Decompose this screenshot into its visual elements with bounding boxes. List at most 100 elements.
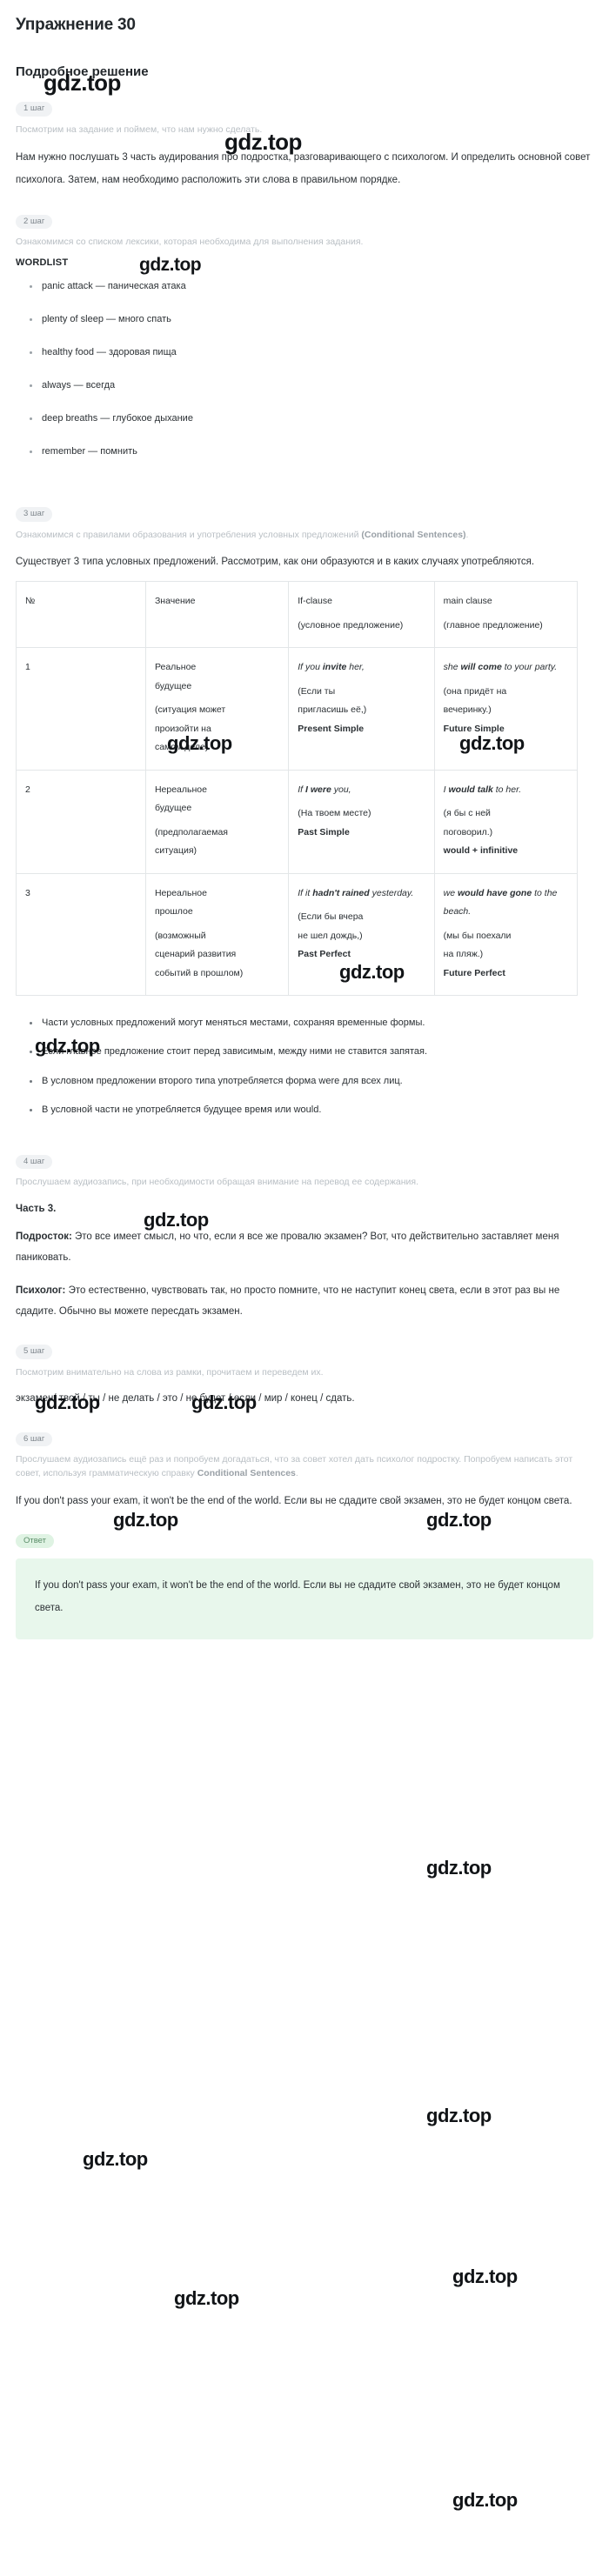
meaning-note-3: событий в прошлом) bbox=[154, 967, 244, 978]
step-3-hint-b: . bbox=[465, 529, 469, 540]
list-item: remember — помнить bbox=[30, 445, 593, 458]
step-badge-4: 4 шаг bbox=[16, 1154, 53, 1170]
table-row: 3 Нереальное прошлое (возможный сценарий… bbox=[16, 872, 579, 997]
if-en-c: her, bbox=[346, 662, 365, 673]
if-tense: Past Simple bbox=[298, 826, 350, 838]
wordlist: panic attack — паническая атака plenty o… bbox=[16, 280, 593, 457]
step-3-body: Существует 3 типа условных предложений. … bbox=[16, 557, 535, 568]
step-badge-6: 6 шаг bbox=[16, 1431, 53, 1447]
watermark: gdz.top bbox=[83, 2148, 148, 2170]
main-tense: Future Perfect bbox=[443, 967, 505, 978]
cell-main-clause: we would have gone to the beach. (мы бы … bbox=[433, 872, 579, 997]
meaning-title-1: Нереальное bbox=[154, 784, 207, 795]
if-en-a: If bbox=[298, 784, 306, 795]
step-4-hint: Прослушаем аудиозапись, при необходимост… bbox=[16, 1177, 418, 1188]
cell-num: 1 bbox=[16, 647, 146, 771]
th-if-ru: (условное предложение) bbox=[298, 619, 404, 631]
cell-if-clause: If I were you, (На твоем месте) Past Sim… bbox=[288, 769, 435, 874]
th-main-en: main clause bbox=[443, 596, 492, 607]
th-num: № bbox=[16, 581, 146, 649]
meaning-note-1: (возможный bbox=[154, 930, 206, 941]
th-if-clause: If-clause (условное предложение) bbox=[288, 581, 435, 649]
step-5-words: экзамен/ твой / ты / не делать / это / н… bbox=[16, 1392, 355, 1404]
list-item: deep breaths — глубокое дыхание bbox=[30, 412, 593, 425]
if-en-c: you, bbox=[331, 784, 351, 795]
step-6-body: If you don't pass your exam, it won't be… bbox=[16, 1495, 572, 1506]
meaning-note-1: (ситуация может bbox=[154, 704, 226, 716]
meaning-title-1: Реальное bbox=[154, 662, 197, 673]
if-ru-1: (Если бы вчера bbox=[298, 911, 364, 923]
step-3-hint-a: Ознакомимся с правилами образования и уп… bbox=[16, 529, 362, 540]
main-en-c: to your party. bbox=[501, 662, 558, 673]
watermark: gdz.top bbox=[452, 2266, 518, 2287]
watermark: gdz.top bbox=[426, 1509, 492, 1531]
main-tense: Future Simple bbox=[443, 723, 505, 734]
if-en-b: hadn't rained bbox=[312, 887, 370, 898]
step-2-hint: Ознакомимся со списком лексики, которая … bbox=[16, 237, 364, 248]
th-main-ru: (главное предложение) bbox=[443, 619, 543, 631]
main-en-c: to her. bbox=[492, 784, 522, 795]
main-en-a: she bbox=[443, 662, 461, 673]
cell-meaning: Реальное будущее (ситуация может произой… bbox=[144, 647, 290, 771]
wordlist-title: WORDLIST bbox=[16, 257, 69, 269]
table-row: 2 Нереальное будущее (предполагаемая сит… bbox=[16, 769, 579, 874]
meaning-note-2: сценарий развития bbox=[154, 949, 237, 960]
watermark: gdz.top bbox=[452, 2489, 518, 2511]
conditionals-notes: Части условных предложений могут менятьс… bbox=[16, 1013, 593, 1119]
main-ru-1: (она придёт на bbox=[443, 685, 507, 697]
list-item: В условном предложении второго типа упот… bbox=[30, 1071, 442, 1091]
answer-box: If you don't pass your exam, it won't be… bbox=[16, 1558, 593, 1639]
list-item: В условной части не употребляется будуще… bbox=[30, 1100, 442, 1120]
main-tense: would + infinitive bbox=[443, 845, 519, 857]
audio-part-title: Часть 3. bbox=[16, 1203, 57, 1214]
dialog-line-teen: Подросток: Это все имеет смысл, но что, … bbox=[16, 1226, 593, 1268]
main-en-b: would have gone bbox=[458, 887, 532, 898]
if-en-b: invite bbox=[322, 662, 347, 673]
main-ru-2: на пляж.) bbox=[443, 949, 484, 960]
main-en-a: we bbox=[443, 887, 458, 898]
list-item: Части условных предложений могут менятьс… bbox=[30, 1013, 442, 1033]
conditionals-table: № Значение If-clause (условное предложен… bbox=[16, 581, 579, 997]
step-badge-5: 5 шаг bbox=[16, 1345, 53, 1359]
if-ru-2: пригласишь её,) bbox=[298, 704, 367, 716]
main-ru-1: (я бы с ней bbox=[443, 808, 491, 819]
step-badge-2: 2 шаг bbox=[16, 214, 53, 230]
main-ru-2: вечеринку.) bbox=[443, 704, 492, 716]
cell-if-clause: If you invite her, (Если ты пригласишь е… bbox=[288, 647, 435, 771]
step-6-hint: Прослушаем аудиозапись ещё раз и попробу… bbox=[16, 1452, 593, 1481]
speaker-psych: Психолог: bbox=[16, 1285, 66, 1296]
dialog-text-teen: Это все имеет смысл, но что, если я все … bbox=[16, 1231, 559, 1263]
if-en-a: If it bbox=[298, 887, 313, 898]
step-1-hint: Посмотрим на задание и поймем, что нам н… bbox=[16, 123, 263, 135]
step-1-body: Нам нужно послушать 3 часть аудирования … bbox=[16, 151, 591, 185]
answer-badge: Ответ bbox=[16, 1533, 54, 1549]
watermark: gdz.top bbox=[113, 1509, 178, 1531]
cell-meaning: Нереальное будущее (предполагаемая ситуа… bbox=[144, 769, 290, 874]
watermark: gdz.top bbox=[426, 1857, 492, 1879]
solution-heading: Подробное решение bbox=[16, 64, 149, 79]
step-3-hint-bold: (Conditional Sentences) bbox=[361, 529, 466, 540]
list-item: plenty of sleep — много спать bbox=[30, 313, 593, 326]
step-badge-3: 3 шаг bbox=[16, 507, 53, 522]
th-main-clause: main clause (главное предложение) bbox=[433, 581, 579, 649]
cell-num: 2 bbox=[16, 769, 146, 874]
step-5-hint: Посмотрим внимательно на слова из рамки,… bbox=[16, 1366, 324, 1378]
meaning-title-2: будущее bbox=[154, 680, 192, 691]
main-ru-1: (мы бы поехали bbox=[443, 930, 512, 941]
if-en-a: If you bbox=[298, 662, 323, 673]
dialog-line-psych: Психолог: Это естественно, чувствовать т… bbox=[16, 1280, 593, 1322]
step-6-hint-b: . bbox=[295, 1468, 298, 1479]
if-tense: Present Simple bbox=[298, 723, 365, 734]
th-meaning: Значение bbox=[144, 581, 290, 649]
solution-page: Упражнение 30 Подробное решение 1 шаг По… bbox=[0, 0, 609, 2511]
watermark: gdz.top bbox=[174, 2287, 239, 2309]
cell-num: 3 bbox=[16, 872, 146, 997]
if-en-c: yesterday. bbox=[369, 887, 414, 898]
cell-if-clause: If it hadn't rained yesterday. (Если бы … bbox=[288, 872, 435, 997]
watermark: gdz.top bbox=[426, 2105, 492, 2126]
step-6-hint-bold: Conditional Sentences bbox=[197, 1468, 296, 1479]
speaker-teen: Подросток: bbox=[16, 1231, 72, 1242]
table-row: 1 Реальное будущее (ситуация может произ… bbox=[16, 647, 579, 771]
meaning-title-2: будущее bbox=[154, 803, 192, 814]
cell-meaning: Нереальное прошлое (возможный сценарий р… bbox=[144, 872, 290, 997]
